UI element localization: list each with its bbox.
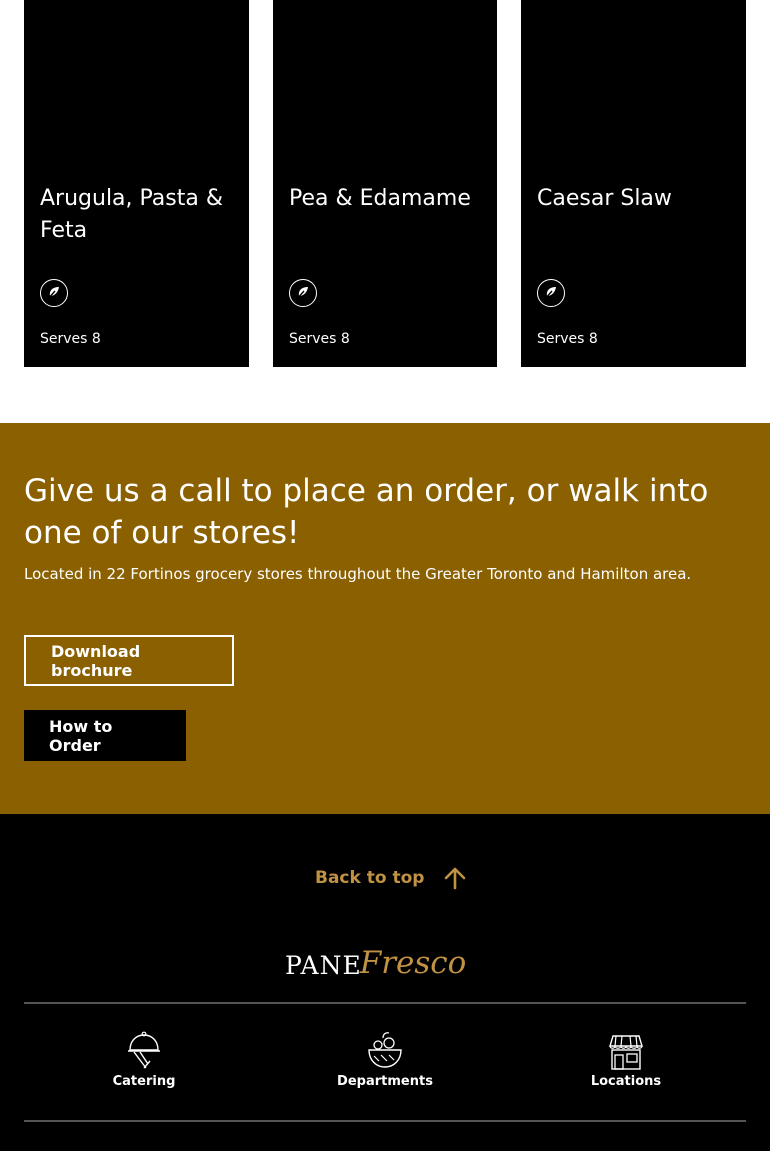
card-serves: Serves 8 bbox=[40, 331, 101, 347]
departments-bowl-icon bbox=[368, 1032, 402, 1068]
card-serves: Serves 8 bbox=[289, 331, 350, 347]
footer-nav-label: Departments bbox=[337, 1074, 433, 1089]
back-to-top-link[interactable]: Back to top bbox=[315, 866, 466, 890]
footer-nav-catering[interactable]: Catering bbox=[84, 1030, 204, 1090]
store-icon bbox=[609, 1035, 643, 1070]
cta-heading: Give us a call to place an order, or wal… bbox=[24, 473, 709, 551]
how-to-order-button[interactable]: How to Order bbox=[24, 710, 186, 761]
back-to-top-label: Back to top bbox=[315, 868, 425, 888]
pane-fresco-logo[interactable]: PANE Fresco bbox=[285, 942, 487, 980]
footer-divider bbox=[24, 1120, 746, 1122]
footer-nav-label: Locations bbox=[590, 1074, 662, 1089]
order-cta-section: Give us a call to place an order, or wal… bbox=[0, 423, 770, 814]
logo-pane-text: PANE bbox=[285, 951, 362, 980]
site-footer: Back to top PANE Fresco Catering Departm… bbox=[0, 814, 770, 1151]
footer-divider bbox=[24, 1002, 746, 1004]
cta-subtext: Located in 22 Fortinos grocery stores th… bbox=[24, 565, 692, 583]
product-card[interactable]: Arugula, Pasta & Feta Serves 8 bbox=[24, 0, 249, 367]
logo-fresco-text: Fresco bbox=[359, 945, 467, 981]
card-title: Arugula, Pasta & Feta bbox=[40, 186, 224, 243]
arrow-up-icon bbox=[445, 867, 466, 890]
product-card[interactable]: Pea & Edamame Serves 8 bbox=[273, 0, 497, 367]
leaf-icon bbox=[40, 279, 68, 307]
footer-nav-departments[interactable]: Departments bbox=[325, 1030, 445, 1090]
download-brochure-button[interactable]: Download brochure bbox=[24, 635, 234, 686]
leaf-icon bbox=[289, 279, 317, 307]
leaf-icon bbox=[537, 279, 565, 307]
card-title: Pea & Edamame bbox=[289, 186, 471, 211]
product-cards-section: Arugula, Pasta & Feta Serves 8 Pea & Eda… bbox=[0, 0, 770, 423]
footer-nav-label: Catering bbox=[112, 1074, 176, 1089]
catering-cloche-icon bbox=[128, 1031, 160, 1069]
card-title: Caesar Slaw bbox=[537, 186, 672, 211]
footer-nav-locations[interactable]: Locations bbox=[566, 1030, 686, 1090]
product-card[interactable]: Caesar Slaw Serves 8 bbox=[521, 0, 746, 367]
card-serves: Serves 8 bbox=[537, 331, 598, 347]
